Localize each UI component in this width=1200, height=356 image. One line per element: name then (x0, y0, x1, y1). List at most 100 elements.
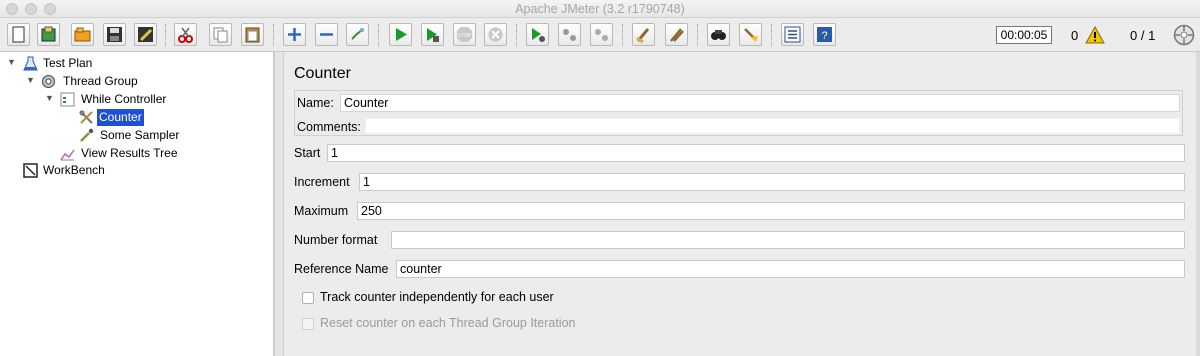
help-button[interactable]: ? (813, 23, 836, 46)
test-plan-tree: ▼ Test Plan ▼ Thread Group ▼ While Contr… (0, 52, 274, 356)
thread-count: 0 / 1 (1130, 28, 1156, 43)
reference-name-label: Reference Name (294, 262, 389, 276)
remote-stop-icon (563, 29, 576, 41)
panel-title: Counter (294, 65, 351, 82)
toggle-icon (351, 28, 364, 40)
tree-node-test-plan[interactable]: Test Plan (22, 55, 272, 72)
reference-name-field[interactable]: counter (396, 260, 1185, 278)
tree-node-some-sampler[interactable]: Some Sampler (78, 127, 268, 144)
remote-exit-icon (595, 29, 608, 41)
track-counter-checkbox[interactable] (302, 292, 314, 304)
function-helper-button[interactable] (781, 23, 804, 46)
save-as-button[interactable] (134, 23, 157, 46)
tree-node-label: Thread Group (63, 74, 138, 88)
tree-node-thread-group[interactable]: Thread Group (40, 73, 270, 90)
clear-icon (636, 28, 650, 43)
save-as-icon (138, 27, 153, 42)
shutdown-button[interactable] (484, 23, 507, 46)
counter-config-panel: Counter Name: Counter Comments: Start 1 … (283, 52, 1196, 356)
tools-icon (79, 110, 93, 124)
start-no-pauses-icon (427, 28, 439, 42)
reset-search-button[interactable] (739, 23, 762, 46)
name-label: Name: (297, 96, 334, 110)
start-field[interactable]: 1 (327, 144, 1185, 162)
remote-start-button[interactable] (526, 23, 549, 46)
shutdown-icon (488, 27, 503, 42)
pipette-icon (80, 128, 94, 142)
number-format-field[interactable] (391, 231, 1185, 249)
cut-button[interactable] (174, 23, 197, 46)
comments-field[interactable] (365, 118, 1180, 134)
search-button[interactable] (707, 23, 730, 46)
stop-button[interactable]: STOP (453, 23, 476, 46)
copy-icon (213, 27, 228, 43)
split-pane-divider[interactable] (274, 52, 283, 356)
remote-exit-button[interactable] (590, 23, 613, 46)
comments-label: Comments: (297, 120, 361, 134)
svg-text:STOP: STOP (458, 33, 472, 39)
tree-node-label: Some Sampler (100, 128, 180, 142)
copy-button[interactable] (209, 23, 232, 46)
number-format-label: Number format (294, 233, 378, 247)
tree-node-view-results-tree[interactable]: View Results Tree (59, 145, 269, 162)
tree-node-label: While Controller (81, 92, 167, 106)
save-button[interactable] (103, 23, 126, 46)
paste-icon (245, 27, 260, 43)
new-icon (12, 26, 25, 43)
expand-toggle-thread-group[interactable]: ▼ (26, 75, 35, 85)
window-title: Apache JMeter (3.2 r1790748) (515, 2, 685, 16)
reset-search-icon (744, 28, 758, 42)
save-icon (107, 27, 122, 42)
tree-node-workbench[interactable]: WorkBench (22, 162, 272, 179)
cut-icon (178, 27, 193, 43)
remote-start-icon (532, 28, 545, 42)
reset-counter-checkbox[interactable] (302, 318, 314, 330)
function-helper-icon (784, 26, 801, 43)
name-comments-group: Name: Counter Comments: (294, 90, 1183, 136)
templates-button[interactable] (37, 23, 60, 46)
help-icon: ? (817, 27, 832, 42)
maximum-label: Maximum (294, 204, 349, 218)
panel-scrollbar[interactable] (1196, 52, 1200, 356)
workbench-icon (23, 163, 38, 178)
track-counter-label[interactable]: Track counter independently for each use… (320, 290, 554, 304)
collapse-all-button[interactable] (315, 23, 338, 46)
expand-toggle-while-controller[interactable]: ▼ (45, 93, 54, 103)
collapse-icon (320, 33, 333, 36)
tree-node-while-controller[interactable]: While Controller (59, 91, 269, 108)
start-label: Start (294, 146, 321, 160)
warning-icon[interactable] (1085, 26, 1105, 44)
clear-all-button[interactable] (665, 23, 688, 46)
paste-button[interactable] (241, 23, 264, 46)
tree-node-label: Counter (97, 109, 144, 126)
clear-all-icon (670, 28, 684, 42)
svg-text:?: ? (821, 30, 827, 42)
templates-icon (41, 26, 56, 42)
remote-status-icon (1173, 24, 1195, 46)
chart-icon (60, 149, 75, 161)
start-no-pauses-button[interactable] (421, 23, 444, 46)
expand-all-button[interactable] (283, 23, 306, 46)
tree-node-counter[interactable]: Counter (78, 109, 268, 126)
clear-button[interactable] (632, 23, 655, 46)
stop-icon: STOP (457, 27, 472, 42)
toolbar: STOP ? 00:00:05 0 0 / 1 (0, 18, 1200, 52)
search-icon (711, 30, 726, 40)
increment-field[interactable]: 1 (359, 173, 1185, 191)
reset-counter-label[interactable]: Reset counter on each Thread Group Itera… (320, 316, 575, 330)
tree-node-label: WorkBench (43, 163, 105, 177)
maximum-field[interactable]: 250 (357, 202, 1185, 220)
start-button[interactable] (389, 23, 412, 46)
controller-icon (60, 92, 75, 107)
expand-icon (288, 28, 301, 41)
open-button[interactable] (71, 23, 94, 46)
flask-icon (23, 56, 38, 71)
gear-icon (42, 75, 55, 88)
remote-stop-button[interactable] (558, 23, 581, 46)
expand-toggle-test-plan[interactable]: ▼ (7, 57, 16, 67)
name-field[interactable]: Counter (340, 94, 1180, 112)
new-button[interactable] (7, 23, 30, 46)
elapsed-timer: 00:00:05 (996, 26, 1052, 44)
open-icon (74, 27, 91, 42)
toggle-button[interactable] (346, 23, 369, 46)
